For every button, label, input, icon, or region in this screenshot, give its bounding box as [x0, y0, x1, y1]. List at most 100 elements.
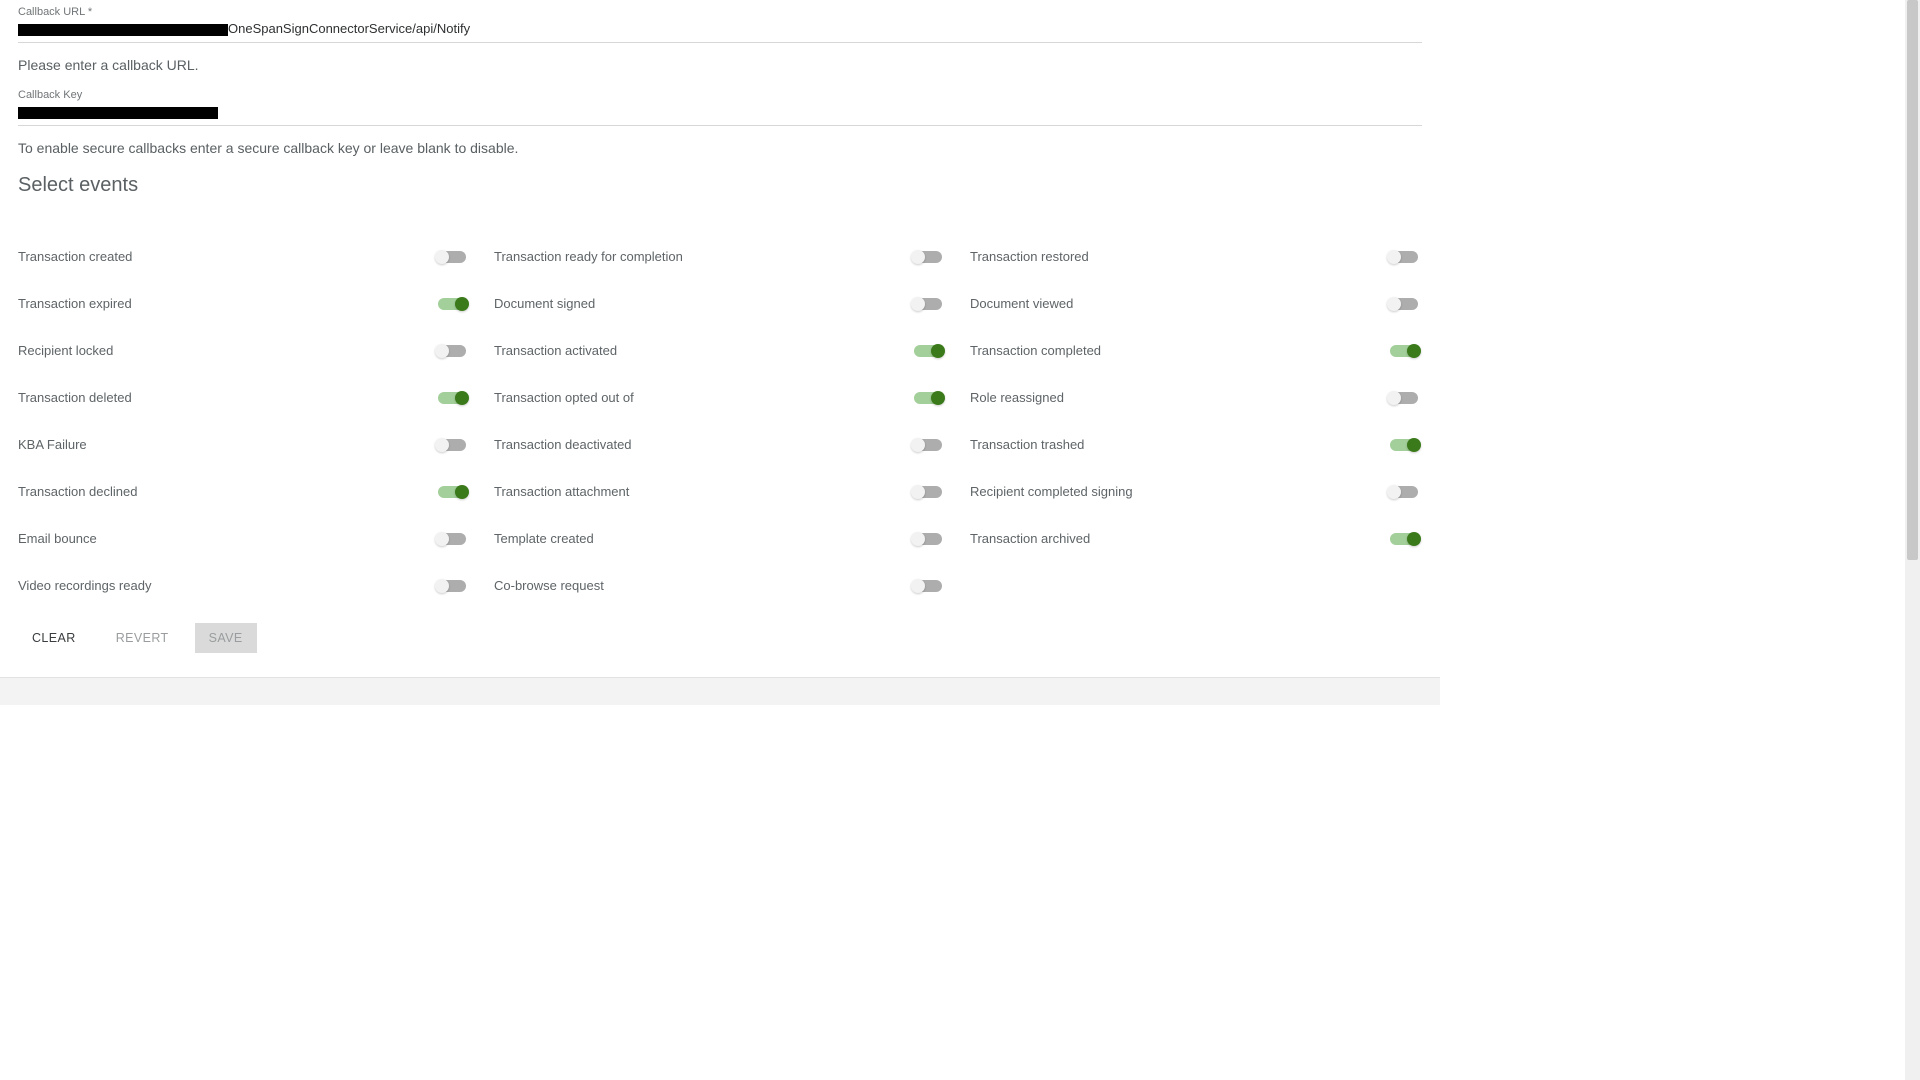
toggle-knob [455, 485, 469, 499]
event-toggle[interactable] [438, 392, 466, 404]
event-row: Transaction ready for completion [494, 233, 946, 280]
callback-key-helper: To enable secure callbacks enter a secur… [18, 126, 1422, 166]
event-toggle[interactable] [1390, 486, 1418, 498]
toggle-knob [455, 391, 469, 405]
event-toggle[interactable] [438, 345, 466, 357]
event-toggle[interactable] [914, 298, 942, 310]
toggle-knob [1407, 344, 1421, 358]
callback-url-input[interactable]: OneSpanSignConnectorService/api/Notify [18, 18, 1422, 43]
redacted-url-prefix [18, 24, 228, 36]
event-row: Transaction deleted [18, 374, 470, 421]
callback-key-field: Callback Key [18, 85, 1422, 126]
event-label: KBA Failure [18, 437, 87, 452]
event-row: KBA Failure [18, 421, 470, 468]
event-label: Transaction restored [970, 249, 1089, 264]
event-label: Transaction deleted [18, 390, 132, 405]
event-toggle[interactable] [914, 345, 942, 357]
toggle-knob [435, 250, 449, 264]
event-label: Template created [494, 531, 594, 546]
event-row: Transaction archived [970, 515, 1422, 562]
event-row: Recipient locked [18, 327, 470, 374]
callback-url-label: Callback URL * [18, 2, 1422, 18]
select-events-title: Select events [18, 166, 1422, 233]
event-toggle[interactable] [914, 439, 942, 451]
toggle-knob [455, 297, 469, 311]
event-toggle[interactable] [438, 439, 466, 451]
callback-url-field: Callback URL * OneSpanSignConnectorServi… [18, 2, 1422, 43]
event-label: Transaction activated [494, 343, 617, 358]
toggle-knob [911, 297, 925, 311]
toggle-knob [911, 438, 925, 452]
scrollbar[interactable] [1905, 0, 1920, 1080]
event-label: Transaction opted out of [494, 390, 634, 405]
toggle-knob [1387, 250, 1401, 264]
event-row: Co-browse request [494, 562, 946, 609]
events-col-2: Transaction ready for completion Document… [494, 233, 946, 609]
event-toggle[interactable] [914, 580, 942, 592]
clear-button[interactable]: CLEAR [18, 623, 90, 653]
event-label: Transaction deactivated [494, 437, 632, 452]
toggle-knob [1387, 485, 1401, 499]
event-toggle[interactable] [438, 533, 466, 545]
event-toggle[interactable] [1390, 345, 1418, 357]
event-label: Email bounce [18, 531, 97, 546]
event-toggle[interactable] [438, 580, 466, 592]
event-row: Transaction opted out of [494, 374, 946, 421]
event-toggle[interactable] [1390, 298, 1418, 310]
scrollbar-thumb[interactable] [1907, 0, 1918, 560]
event-label: Transaction archived [970, 531, 1090, 546]
event-label: Transaction created [18, 249, 132, 264]
events-grid: Transaction created Transaction expired Re… [18, 233, 1422, 609]
event-toggle[interactable] [1390, 251, 1418, 263]
event-toggle[interactable] [914, 251, 942, 263]
event-toggle[interactable] [438, 251, 466, 263]
save-button[interactable]: SAVE [195, 623, 257, 653]
toggle-knob [931, 344, 945, 358]
event-row: Transaction restored [970, 233, 1422, 280]
event-row: Transaction declined [18, 468, 470, 515]
event-row: Transaction created [18, 233, 470, 280]
button-bar: CLEAR REVERT SAVE [18, 609, 1422, 653]
toggle-knob [1407, 438, 1421, 452]
events-col-3: Transaction restored Document viewed Trans… [970, 233, 1422, 609]
toggle-knob [435, 438, 449, 452]
event-label: Transaction attachment [494, 484, 629, 499]
event-toggle[interactable] [438, 298, 466, 310]
event-toggle[interactable] [1390, 439, 1418, 451]
event-row: Transaction deactivated [494, 421, 946, 468]
event-label: Transaction declined [18, 484, 137, 499]
events-col-1: Transaction created Transaction expired Re… [18, 233, 470, 609]
event-toggle[interactable] [1390, 533, 1418, 545]
event-row: Transaction trashed [970, 421, 1422, 468]
event-toggle[interactable] [914, 486, 942, 498]
event-row: Template created [494, 515, 946, 562]
event-label: Recipient locked [18, 343, 113, 358]
event-label: Recipient completed signing [970, 484, 1133, 499]
event-label: Transaction trashed [970, 437, 1084, 452]
callback-key-input[interactable] [18, 101, 1422, 126]
event-row: Recipient completed signing [970, 468, 1422, 515]
event-toggle[interactable] [914, 392, 942, 404]
event-label: Document signed [494, 296, 595, 311]
event-toggle[interactable] [438, 486, 466, 498]
event-toggle[interactable] [1390, 392, 1418, 404]
event-toggle[interactable] [914, 533, 942, 545]
event-row: Video recordings ready [18, 562, 470, 609]
redacted-key-value [18, 107, 218, 119]
toggle-knob [435, 579, 449, 593]
toggle-knob [911, 250, 925, 264]
revert-button[interactable]: REVERT [102, 623, 183, 653]
event-row: Transaction activated [494, 327, 946, 374]
toggle-knob [911, 532, 925, 546]
event-row: Transaction expired [18, 280, 470, 327]
event-row: Role reassigned [970, 374, 1422, 421]
event-label: Transaction ready for completion [494, 249, 683, 264]
event-row: Document signed [494, 280, 946, 327]
toggle-knob [1387, 391, 1401, 405]
callback-key-label: Callback Key [18, 85, 1422, 101]
event-label: Document viewed [970, 296, 1073, 311]
toggle-knob [931, 391, 945, 405]
footer-strip [0, 677, 1440, 705]
event-label: Transaction expired [18, 296, 132, 311]
event-label: Transaction completed [970, 343, 1101, 358]
